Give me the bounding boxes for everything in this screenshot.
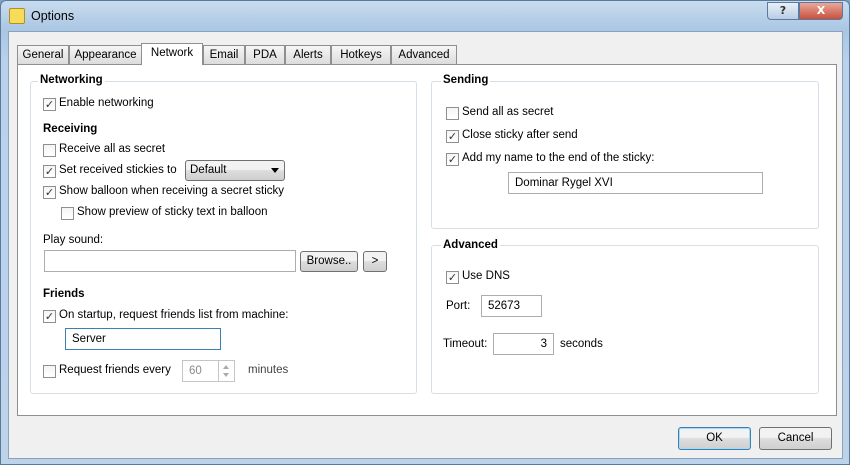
cancel-button[interactable]: Cancel: [759, 427, 832, 450]
received-stickies-dropdown[interactable]: Default: [185, 160, 285, 181]
window-title: Options: [31, 9, 75, 23]
tab-advanced[interactable]: Advanced: [391, 45, 457, 64]
show-preview-checkbox[interactable]: [61, 207, 74, 220]
received-stickies-value: Default: [190, 164, 227, 176]
send-all-secret-label: Send all as secret: [462, 106, 554, 118]
show-balloon-label: Show balloon when receiving a secret sti…: [59, 185, 285, 197]
tab-alerts[interactable]: Alerts: [285, 45, 331, 64]
tab-hotkeys[interactable]: Hotkeys: [331, 45, 391, 64]
show-preview-label: Show preview of sticky text in balloon: [77, 206, 268, 218]
friends-heading: Friends: [43, 288, 85, 300]
receive-all-secret-checkbox[interactable]: [43, 144, 56, 157]
play-sound-input[interactable]: [44, 250, 296, 272]
timeout-unit-label: seconds: [560, 338, 603, 350]
sender-name-input[interactable]: Dominar Rygel XVI: [508, 172, 763, 194]
port-input[interactable]: 52673: [481, 295, 542, 317]
send-all-secret-checkbox[interactable]: [446, 107, 459, 120]
spinner-buttons[interactable]: [218, 361, 234, 381]
minutes-label: minutes: [248, 364, 289, 376]
networking-heading: Networking: [38, 74, 105, 86]
use-dns-label: Use DNS: [462, 270, 510, 282]
ok-button[interactable]: OK: [678, 427, 751, 450]
add-name-label: Add my name to the end of the sticky:: [462, 152, 655, 164]
request-interval-value: 60: [189, 365, 202, 377]
show-balloon-checkbox[interactable]: ✓: [43, 186, 56, 199]
chevron-down-icon: [271, 168, 279, 173]
network-tab-panel: Networking ✓ Enable networking Receiving…: [17, 64, 837, 416]
use-dns-checkbox[interactable]: ✓: [446, 271, 459, 284]
advanced-heading: Advanced: [441, 239, 500, 251]
tab-network[interactable]: Network: [141, 43, 203, 65]
tab-general[interactable]: General: [17, 45, 69, 64]
play-sound-test-button[interactable]: >: [363, 251, 387, 272]
tab-email[interactable]: Email: [203, 45, 245, 64]
sending-heading: Sending: [441, 74, 491, 86]
title-bar[interactable]: Options ? X: [1, 1, 849, 31]
dialog-client: General Appearance Network Email PDA Ale…: [8, 31, 843, 459]
help-button[interactable]: ?: [767, 2, 799, 20]
enable-networking-label: Enable networking: [59, 97, 154, 109]
close-after-send-checkbox[interactable]: ✓: [446, 130, 459, 143]
tab-pda[interactable]: PDA: [245, 45, 285, 64]
timeout-label: Timeout:: [443, 338, 488, 350]
advanced-group: [431, 245, 819, 394]
request-friends-every-checkbox[interactable]: [43, 365, 56, 378]
play-sound-label: Play sound:: [43, 234, 104, 246]
request-interval-spinner[interactable]: 60: [182, 360, 235, 382]
port-label: Port:: [446, 300, 471, 312]
browse-button[interactable]: Browse..: [300, 251, 358, 272]
timeout-input[interactable]: 3: [493, 333, 554, 355]
request-friends-startup-checkbox[interactable]: ✓: [43, 310, 56, 323]
chevron-down-icon: [223, 373, 229, 377]
receive-all-secret-label: Receive all as secret: [59, 143, 166, 155]
sticky-note-icon: [9, 8, 25, 24]
friends-machine-input[interactable]: Server: [65, 328, 221, 350]
receiving-heading: Receiving: [43, 123, 98, 135]
set-received-stickies-label: Set received stickies to: [59, 164, 177, 176]
request-friends-every-label: Request friends every: [59, 364, 171, 376]
chevron-up-icon: [223, 365, 229, 369]
close-after-send-label: Close sticky after send: [462, 129, 578, 141]
add-name-checkbox[interactable]: ✓: [446, 153, 459, 166]
tab-appearance[interactable]: Appearance: [69, 45, 142, 64]
options-window: Options ? X General Appearance Network E…: [0, 0, 850, 465]
close-button[interactable]: X: [799, 2, 843, 20]
set-received-stickies-checkbox[interactable]: ✓: [43, 165, 56, 178]
enable-networking-checkbox[interactable]: ✓: [43, 98, 56, 111]
request-friends-startup-label: On startup, request friends list from ma…: [59, 309, 289, 321]
